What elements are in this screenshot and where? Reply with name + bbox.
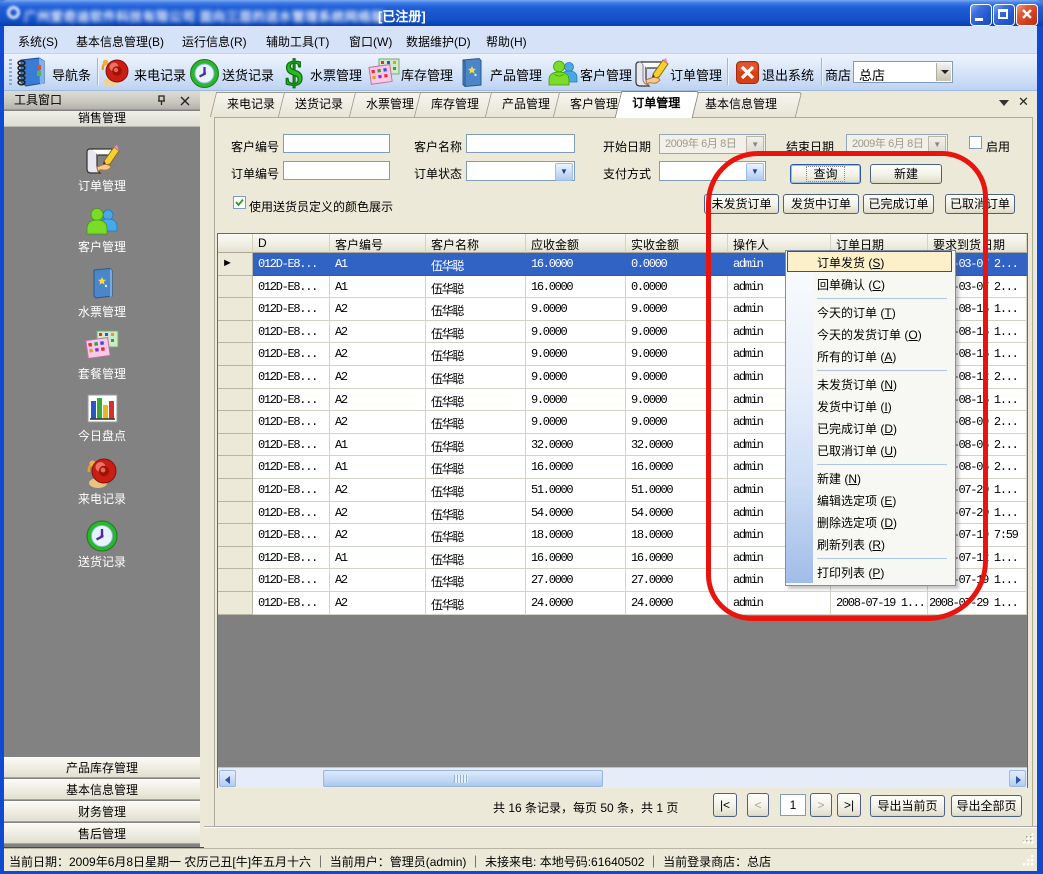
svg-text:$: $ [285,57,303,89]
